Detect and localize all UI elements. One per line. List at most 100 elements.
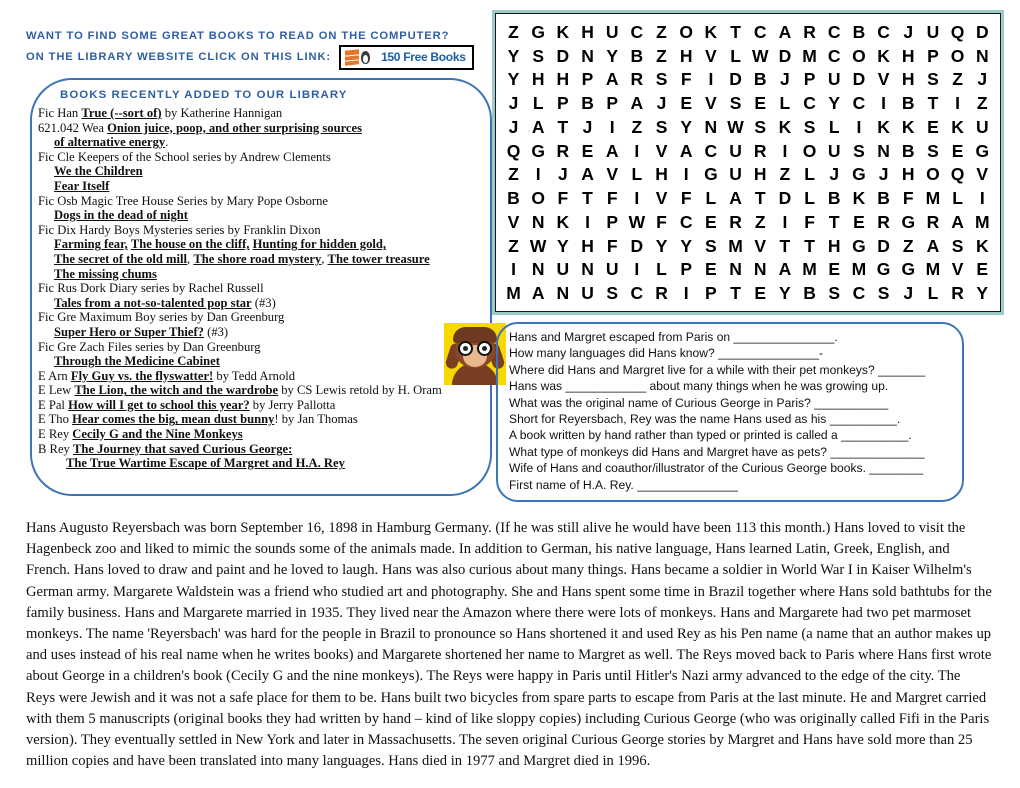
puzzle-letter[interactable]: U	[724, 164, 747, 184]
puzzle-letter[interactable]: I	[625, 259, 648, 279]
puzzle-letter[interactable]: Y	[601, 46, 624, 66]
puzzle-letter[interactable]: V	[650, 188, 673, 208]
puzzle-letter[interactable]: V	[650, 141, 673, 161]
puzzle-letter[interactable]: H	[551, 69, 574, 89]
puzzle-letter[interactable]: M	[921, 259, 944, 279]
puzzle-letter[interactable]: J	[897, 22, 920, 42]
puzzle-letter[interactable]: P	[576, 69, 599, 89]
puzzle-letter[interactable]: M	[971, 212, 994, 232]
puzzle-letter[interactable]: Z	[773, 164, 796, 184]
puzzle-letter[interactable]: P	[601, 212, 624, 232]
puzzle-letter[interactable]: S	[872, 283, 895, 303]
puzzle-letter[interactable]: Y	[502, 46, 525, 66]
puzzle-letter[interactable]: D	[872, 236, 895, 256]
puzzle-letter[interactable]: Z	[971, 93, 994, 113]
puzzle-letter[interactable]: Y	[650, 236, 673, 256]
puzzle-letter[interactable]: R	[551, 141, 574, 161]
puzzle-letter[interactable]: N	[872, 141, 895, 161]
puzzle-letter[interactable]: N	[527, 212, 550, 232]
puzzle-letter[interactable]: F	[601, 188, 624, 208]
puzzle-letter[interactable]: T	[773, 236, 796, 256]
puzzle-letter[interactable]: P	[798, 69, 821, 89]
puzzle-letter[interactable]: G	[527, 22, 550, 42]
puzzle-letter[interactable]: B	[847, 22, 870, 42]
puzzle-letter[interactable]: L	[946, 188, 969, 208]
puzzle-letter[interactable]: Y	[551, 236, 574, 256]
puzzle-letter[interactable]: H	[675, 46, 698, 66]
puzzle-letter[interactable]: W	[749, 46, 772, 66]
puzzle-letter[interactable]: I	[625, 141, 648, 161]
puzzle-letter[interactable]: Z	[502, 164, 525, 184]
puzzle-letter[interactable]: Z	[650, 46, 673, 66]
puzzle-letter[interactable]: P	[675, 259, 698, 279]
puzzle-letter[interactable]: T	[724, 283, 747, 303]
puzzle-letter[interactable]: E	[921, 117, 944, 137]
puzzle-letter[interactable]: N	[699, 117, 722, 137]
puzzle-letter[interactable]: I	[699, 69, 722, 89]
puzzle-letter[interactable]: I	[502, 259, 525, 279]
puzzle-letter[interactable]: S	[823, 283, 846, 303]
puzzle-letter[interactable]: K	[773, 117, 796, 137]
puzzle-letter[interactable]: D	[551, 46, 574, 66]
puzzle-letter[interactable]: L	[650, 259, 673, 279]
puzzle-letter[interactable]: O	[527, 188, 550, 208]
puzzle-letter[interactable]: K	[551, 212, 574, 232]
puzzle-letter[interactable]: C	[675, 212, 698, 232]
puzzle-letter[interactable]: A	[773, 22, 796, 42]
puzzle-letter[interactable]: N	[749, 259, 772, 279]
puzzle-letter[interactable]: E	[699, 212, 722, 232]
puzzle-letter[interactable]: S	[650, 117, 673, 137]
puzzle-letter[interactable]: K	[847, 188, 870, 208]
puzzle-letter[interactable]: P	[699, 283, 722, 303]
puzzle-letter[interactable]: T	[798, 236, 821, 256]
puzzle-letter[interactable]: Z	[946, 69, 969, 89]
puzzle-letter[interactable]: A	[724, 188, 747, 208]
puzzle-letter[interactable]: J	[971, 69, 994, 89]
puzzle-letter[interactable]: U	[823, 141, 846, 161]
puzzle-letter[interactable]: D	[971, 22, 994, 42]
puzzle-letter[interactable]: E	[946, 141, 969, 161]
puzzle-letter[interactable]: L	[921, 283, 944, 303]
puzzle-letter[interactable]: I	[527, 164, 550, 184]
puzzle-letter[interactable]: P	[601, 93, 624, 113]
puzzle-letter[interactable]: S	[921, 141, 944, 161]
puzzle-letter[interactable]: M	[847, 259, 870, 279]
puzzle-letter[interactable]: K	[872, 46, 895, 66]
puzzle-letter[interactable]: L	[724, 46, 747, 66]
puzzle-letter[interactable]: C	[798, 93, 821, 113]
puzzle-letter[interactable]: J	[502, 117, 525, 137]
puzzle-letter[interactable]: J	[773, 69, 796, 89]
puzzle-letter[interactable]: Z	[502, 22, 525, 42]
puzzle-letter[interactable]: U	[551, 259, 574, 279]
puzzle-letter[interactable]: Z	[502, 236, 525, 256]
puzzle-letter[interactable]: T	[749, 188, 772, 208]
puzzle-letter[interactable]: Z	[625, 117, 648, 137]
puzzle-letter[interactable]: S	[724, 93, 747, 113]
puzzle-letter[interactable]: J	[897, 283, 920, 303]
puzzle-letter[interactable]: A	[527, 117, 550, 137]
puzzle-letter[interactable]: V	[601, 164, 624, 184]
puzzle-letter[interactable]: G	[872, 259, 895, 279]
puzzle-letter[interactable]: G	[971, 141, 994, 161]
puzzle-letter[interactable]: B	[502, 188, 525, 208]
puzzle-letter[interactable]: J	[502, 93, 525, 113]
puzzle-letter[interactable]: B	[897, 141, 920, 161]
puzzle-letter[interactable]: B	[798, 283, 821, 303]
puzzle-letter[interactable]: I	[576, 212, 599, 232]
puzzle-letter[interactable]: F	[650, 212, 673, 232]
puzzle-letter[interactable]: R	[946, 283, 969, 303]
puzzle-letter[interactable]: T	[551, 117, 574, 137]
puzzle-letter[interactable]: W	[724, 117, 747, 137]
puzzle-letter[interactable]: S	[798, 117, 821, 137]
puzzle-letter[interactable]: N	[971, 46, 994, 66]
puzzle-letter[interactable]: K	[872, 117, 895, 137]
puzzle-letter[interactable]: E	[699, 259, 722, 279]
puzzle-letter[interactable]: M	[502, 283, 525, 303]
puzzle-letter[interactable]: S	[650, 69, 673, 89]
puzzle-letter[interactable]: N	[724, 259, 747, 279]
puzzle-letter[interactable]: Z	[650, 22, 673, 42]
puzzle-letter[interactable]: C	[699, 141, 722, 161]
puzzle-letter[interactable]: S	[847, 141, 870, 161]
puzzle-letter[interactable]: J	[576, 117, 599, 137]
puzzle-letter[interactable]: R	[650, 283, 673, 303]
